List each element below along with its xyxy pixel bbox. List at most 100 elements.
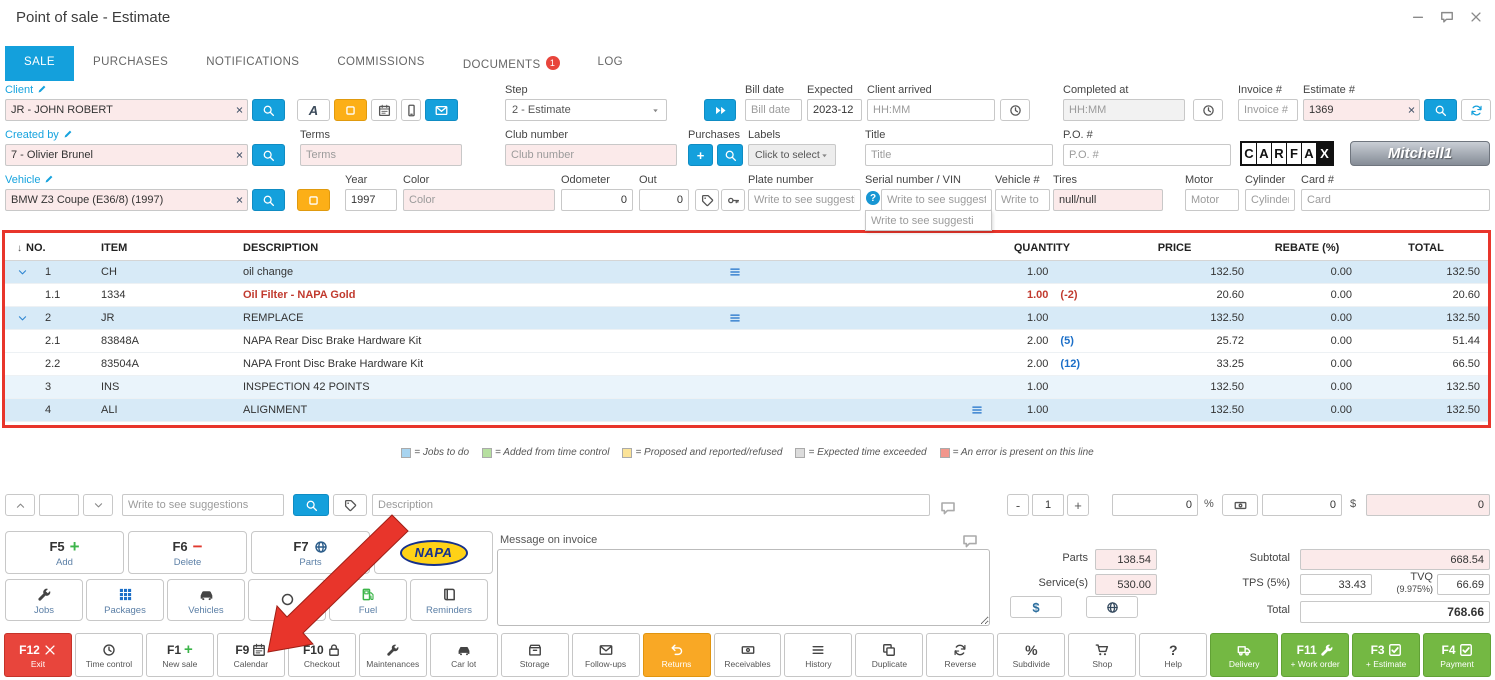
edit-icon[interactable] bbox=[63, 129, 73, 139]
clear-icon[interactable] bbox=[235, 106, 244, 115]
motor-input[interactable] bbox=[1185, 189, 1239, 211]
napa-button[interactable]: NAPA bbox=[374, 531, 493, 574]
table-row[interactable]: 2JRREMPLACE1.00132.500.00132.50 bbox=[5, 307, 1490, 330]
line-details-icon[interactable] bbox=[971, 404, 983, 416]
tab-documents[interactable]: DOCUMENTS1 bbox=[444, 46, 579, 81]
client-email-button[interactable] bbox=[425, 99, 458, 121]
next-step-button[interactable] bbox=[704, 99, 736, 121]
line-number-input[interactable] bbox=[39, 494, 79, 516]
table-row[interactable]: 1CHoil change1.00132.500.00132.50 bbox=[5, 261, 1490, 284]
column-quantity[interactable]: QUANTITY bbox=[987, 242, 1097, 254]
toolbar-button-follow-ups[interactable]: Follow-ups bbox=[572, 633, 640, 677]
client-search-button[interactable] bbox=[252, 99, 285, 121]
description-input[interactable] bbox=[372, 494, 930, 516]
toolbar-button-returns[interactable]: Returns bbox=[643, 633, 711, 677]
toolbar-button-checkout[interactable]: F10Checkout bbox=[288, 633, 356, 677]
toolbar-button-maintenances[interactable]: Maintenances bbox=[359, 633, 427, 677]
key-button[interactable] bbox=[721, 189, 745, 211]
price-mode-button[interactable] bbox=[1222, 494, 1258, 516]
plate-number-input[interactable] bbox=[748, 189, 861, 211]
toolbar-button-shop[interactable]: Shop bbox=[1068, 633, 1136, 677]
toolbar-button-exit[interactable]: F12Exit bbox=[4, 633, 72, 677]
comment-icon[interactable] bbox=[940, 497, 956, 519]
toolbar-button-work-order[interactable]: F11+ Work order bbox=[1281, 633, 1349, 677]
toolbar-button-time-control[interactable]: Time control bbox=[75, 633, 143, 677]
completed-at-clock-button[interactable] bbox=[1193, 99, 1223, 121]
add-purchase-button[interactable]: + bbox=[688, 144, 713, 166]
odometer-input[interactable] bbox=[561, 189, 633, 211]
client-card-button[interactable] bbox=[334, 99, 367, 121]
toolbar-button-receivables[interactable]: Receivables bbox=[714, 633, 782, 677]
table-row[interactable]: 1.11334Oil Filter - NAPA Gold1.00(-2)20.… bbox=[5, 284, 1490, 307]
tab-commissions[interactable]: COMMISSIONS bbox=[318, 46, 443, 81]
toolbar-button-calendar[interactable]: F9Calendar bbox=[217, 633, 285, 677]
client-arrived-input[interactable] bbox=[867, 99, 995, 121]
purchases-search-button[interactable] bbox=[717, 144, 743, 166]
completed-at-input[interactable] bbox=[1063, 99, 1185, 121]
help-icon[interactable]: ? bbox=[866, 191, 880, 205]
prev-line-button[interactable] bbox=[5, 494, 35, 516]
invoice-number-input[interactable] bbox=[1238, 99, 1298, 121]
year-input[interactable] bbox=[345, 189, 397, 211]
created-by-input[interactable] bbox=[5, 144, 248, 166]
step-select[interactable]: 2 - Estimate bbox=[505, 99, 667, 121]
carfax-logo[interactable]: CARFAX bbox=[1240, 141, 1334, 166]
table-row[interactable]: 2.183848ANAPA Rear Disc Brake Hardware K… bbox=[5, 330, 1490, 353]
mitchell1-logo[interactable]: Mitchell1 bbox=[1350, 141, 1490, 166]
client-sms-button[interactable] bbox=[401, 99, 421, 121]
tax-globe-button[interactable] bbox=[1086, 596, 1138, 618]
client-history-button[interactable]: A bbox=[297, 99, 330, 121]
rebate-amount-input[interactable] bbox=[1262, 494, 1342, 516]
line-details-icon[interactable] bbox=[729, 312, 741, 324]
column-total[interactable]: TOTAL bbox=[1362, 242, 1490, 254]
column-description[interactable]: DESCRIPTION bbox=[237, 242, 987, 254]
chat-icon[interactable] bbox=[1440, 10, 1454, 24]
add-line-button[interactable]: F5+ Add bbox=[5, 531, 124, 574]
vehicle-search-button[interactable] bbox=[252, 189, 285, 211]
title-input[interactable] bbox=[865, 144, 1053, 166]
clear-icon[interactable] bbox=[1407, 106, 1416, 115]
toolbar-button-car-lot[interactable]: Car lot bbox=[430, 633, 498, 677]
toolbar-button-estimate[interactable]: F3+ Estimate bbox=[1352, 633, 1420, 677]
cylinder-input[interactable] bbox=[1245, 189, 1295, 211]
invoice-message-textarea[interactable] bbox=[497, 549, 990, 626]
expected-input[interactable] bbox=[807, 99, 862, 121]
out-input[interactable] bbox=[639, 189, 689, 211]
expand-row-icon[interactable] bbox=[17, 313, 28, 324]
vehicle-card-button[interactable] bbox=[297, 189, 330, 211]
unknown-action-button[interactable] bbox=[248, 579, 326, 621]
jobs-button[interactable]: Jobs bbox=[5, 579, 83, 621]
table-row[interactable]: 3INSINSPECTION 42 POINTS1.00132.500.0013… bbox=[5, 376, 1490, 399]
client-label[interactable]: Client bbox=[5, 84, 458, 96]
item-search-button[interactable] bbox=[293, 494, 329, 516]
client-appointments-button[interactable] bbox=[371, 99, 397, 121]
fuel-button[interactable]: Fuel bbox=[329, 579, 407, 621]
client-input[interactable] bbox=[5, 99, 248, 121]
toolbar-button-history[interactable]: History bbox=[784, 633, 852, 677]
estimate-number-input[interactable] bbox=[1303, 99, 1420, 121]
toolbar-button-new-sale[interactable]: F1+New sale bbox=[146, 633, 214, 677]
expand-row-icon[interactable] bbox=[17, 267, 28, 278]
po-number-input[interactable] bbox=[1063, 144, 1231, 166]
color-input[interactable] bbox=[403, 189, 555, 211]
qty-increase-button[interactable]: + bbox=[1067, 494, 1089, 516]
client-arrived-clock-button[interactable] bbox=[1000, 99, 1030, 121]
toolbar-button-duplicate[interactable]: Duplicate bbox=[855, 633, 923, 677]
item-suggestions-input[interactable] bbox=[122, 494, 284, 516]
toolbar-button-subdivide[interactable]: %Subdivide bbox=[997, 633, 1065, 677]
serial-number-input[interactable] bbox=[881, 189, 992, 211]
terms-input[interactable] bbox=[300, 144, 462, 166]
table-row[interactable]: 2.283504ANAPA Front Disc Brake Hardware … bbox=[5, 353, 1490, 376]
toolbar-button-help[interactable]: ?Help bbox=[1139, 633, 1207, 677]
minimize-icon[interactable] bbox=[1411, 10, 1425, 24]
toolbar-button-delivery[interactable]: Delivery bbox=[1210, 633, 1278, 677]
edit-icon[interactable] bbox=[37, 84, 47, 94]
qty-input[interactable]: 1 bbox=[1032, 494, 1064, 516]
qty-decrease-button[interactable]: - bbox=[1007, 494, 1029, 516]
rebate-percent-input[interactable] bbox=[1112, 494, 1198, 516]
tires-input[interactable] bbox=[1053, 189, 1163, 211]
tag-button[interactable] bbox=[695, 189, 719, 211]
column-no[interactable]: ↓NO. bbox=[5, 242, 95, 254]
vehicle-label[interactable]: Vehicle bbox=[5, 174, 330, 186]
tab-sale[interactable]: SALE bbox=[5, 46, 74, 81]
